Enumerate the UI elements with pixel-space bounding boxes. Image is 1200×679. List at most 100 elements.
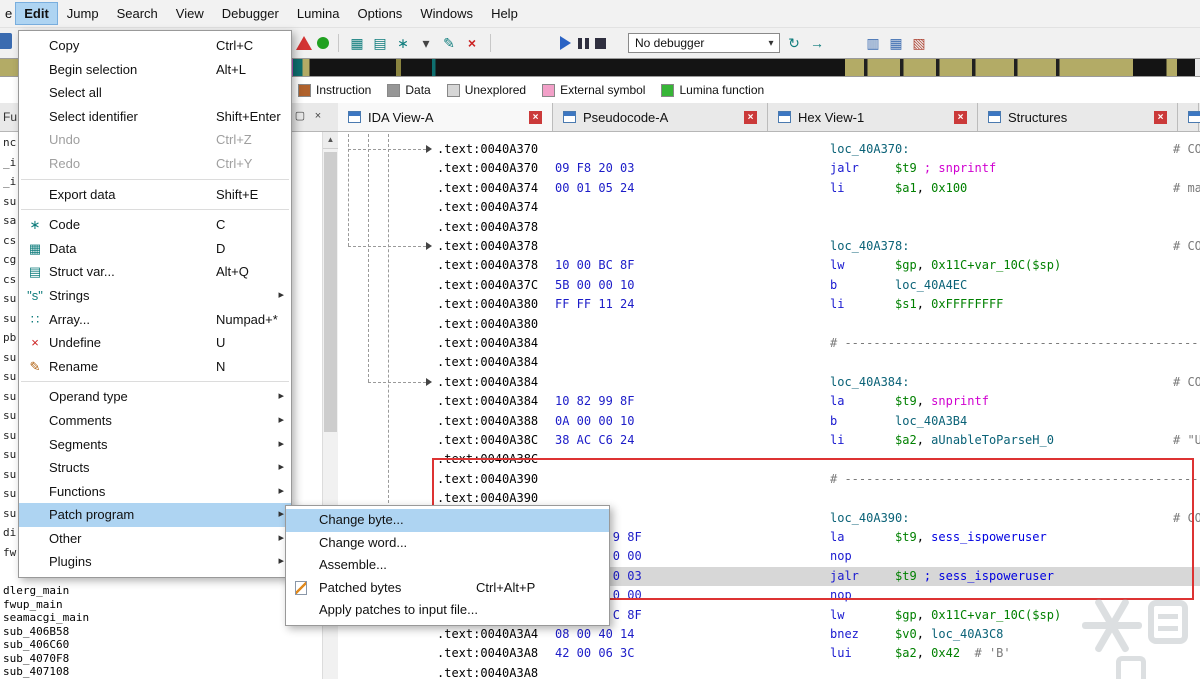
tab-close-icon[interactable]: × xyxy=(744,110,757,124)
menubar-item-e[interactable]: e xyxy=(2,2,15,25)
scrollbar-thumb[interactable] xyxy=(324,152,337,432)
function-list-item[interactable]: sub_406B58 xyxy=(3,625,69,638)
function-list-item[interactable]: su xyxy=(3,351,16,364)
menu-item-struct-var[interactable]: ▤ Struct var... Alt+Q xyxy=(19,260,291,284)
menubar-item-windows[interactable]: Windows xyxy=(411,2,482,25)
menu-item-select-identifier[interactable]: Select identifier Shift+Enter xyxy=(19,105,291,129)
menubar-item-edit[interactable]: Edit xyxy=(15,2,58,25)
run-indicator-icon[interactable] xyxy=(317,37,329,49)
listing-row[interactable]: .text:0040A384 loc_40A384: # CO xyxy=(437,373,1200,392)
menu-item-copy[interactable]: Copy Ctrl+C xyxy=(19,34,291,58)
scroll-up-icon[interactable]: ▲ xyxy=(323,132,338,149)
menu-item-array[interactable]: ∷ Array... Numpad+* xyxy=(19,308,291,332)
table-icon[interactable]: ▥ xyxy=(864,35,882,52)
menu-item-rename[interactable]: ✎ Rename N xyxy=(19,355,291,379)
debugger-combo[interactable]: No debugger ▾ xyxy=(628,33,780,53)
menubar-item-debugger[interactable]: Debugger xyxy=(213,2,288,25)
listing-row[interactable]: .text:0040A38C 38 AC C6 24 li $a2, aUnableT… xyxy=(437,431,1200,450)
function-list-item[interactable]: su xyxy=(3,292,16,305)
submenu-item-assemble[interactable]: Assemble... xyxy=(286,554,609,577)
function-list-item[interactable]: seamacgi_main xyxy=(3,611,89,624)
menubar-item-lumina[interactable]: Lumina xyxy=(288,2,349,25)
listing-row[interactable]: .text:0040A3A8 xyxy=(437,664,1200,679)
menu-item-plugins[interactable]: Plugins ▸ xyxy=(19,550,291,574)
function-list-item[interactable]: su xyxy=(3,468,16,481)
function-list-item[interactable]: di xyxy=(3,526,16,539)
function-list-item[interactable]: sub_407108 xyxy=(3,665,69,678)
submenu-item-change-word[interactable]: Change word... xyxy=(286,532,609,555)
menu-item-data[interactable]: ▦ Data D xyxy=(19,237,291,261)
float-window-icon[interactable]: ▢ xyxy=(292,109,308,125)
combo-dropdown-icon[interactable]: ▾ xyxy=(763,38,779,49)
menu-item-structs[interactable]: Structs ▸ xyxy=(19,456,291,480)
function-list-item[interactable]: su xyxy=(3,448,16,461)
listing-row[interactable]: .text:0040A370 09 F8 20 03 jalr $t9 ; snpri… xyxy=(437,159,1200,178)
make-code-icon[interactable]: ▦ xyxy=(348,35,366,52)
submenu-item-patched-bytes[interactable]: Patched bytes Ctrl+Alt+P xyxy=(286,577,609,600)
layout-icon[interactable]: ▧ xyxy=(910,35,928,52)
tab-structures[interactable]: Structures × xyxy=(978,103,1178,131)
listing-row[interactable]: .text:0040A374 xyxy=(437,198,1200,217)
function-list-item[interactable]: _i xyxy=(3,175,16,188)
undefine-icon[interactable]: × xyxy=(463,35,481,51)
tab-ida-view-a[interactable]: IDA View-A × xyxy=(338,103,553,131)
function-list-item[interactable]: su xyxy=(3,487,16,500)
menu-item-comments[interactable]: Comments ▸ xyxy=(19,409,291,433)
listing-row[interactable]: .text:0040A378 loc_40A378: # CO xyxy=(437,237,1200,256)
submenu-item-change-byte[interactable]: Change byte... xyxy=(286,509,609,532)
function-list-item[interactable]: su xyxy=(3,312,16,325)
warning-icon[interactable] xyxy=(296,36,312,50)
edit-icon[interactable]: ✎ xyxy=(440,35,458,52)
function-list-item[interactable]: su xyxy=(3,429,16,442)
function-list-item[interactable]: dlerg_main xyxy=(3,584,69,597)
menu-item-export-data[interactable]: Export data Shift+E xyxy=(19,183,291,207)
menubar-item-options[interactable]: Options xyxy=(349,2,412,25)
listing-row[interactable]: .text:0040A37C 5B 00 00 10 b loc_40A4EC xyxy=(437,276,1200,295)
menu-item-strings[interactable]: "s" Strings ▸ xyxy=(19,284,291,308)
menu-item-segments[interactable]: Segments ▸ xyxy=(19,433,291,457)
listing-row[interactable]: .text:0040A380 FF FF 11 24 li $s1, 0xFFFFFF… xyxy=(437,295,1200,314)
function-list-item[interactable]: fw xyxy=(3,546,16,559)
pause-process-icon[interactable] xyxy=(576,37,590,49)
menu-item-undefine[interactable]: × Undefine U xyxy=(19,331,291,355)
menu-item-patch-program[interactable]: Patch program ▸ xyxy=(19,503,291,527)
tab-partial[interactable] xyxy=(1178,103,1200,131)
close-window-icon[interactable]: × xyxy=(310,109,326,125)
make-struct-icon[interactable]: ∗ xyxy=(394,35,412,52)
listing-row[interactable]: .text:0040A374 00 01 05 24 li $a1, 0x100 # m… xyxy=(437,179,1200,198)
menu-item-functions[interactable]: Functions ▸ xyxy=(19,480,291,504)
menu-item-begin-selection[interactable]: Begin selection Alt+L xyxy=(19,58,291,82)
menubar-item-jump[interactable]: Jump xyxy=(58,2,108,25)
columns-icon[interactable]: ▦ xyxy=(887,35,905,52)
menu-item-other[interactable]: Other ▸ xyxy=(19,527,291,551)
toolbar-partial-icon[interactable] xyxy=(0,33,12,49)
tab-close-icon[interactable]: × xyxy=(1154,110,1167,124)
refresh-icon[interactable]: ↻ xyxy=(785,35,803,52)
function-list-item[interactable]: su xyxy=(3,390,16,403)
menu-item-select-all[interactable]: Select all xyxy=(19,81,291,105)
submenu-item-apply-patches-to-input-file[interactable]: Apply patches to input file... xyxy=(286,599,609,622)
tab-pseudocode-a[interactable]: Pseudocode-A × xyxy=(553,103,768,131)
listing-row[interactable]: .text:0040A388 0A 00 00 10 b loc_40A3B4 xyxy=(437,412,1200,431)
listing-row[interactable]: .text:0040A384 10 82 99 8F la $t9, snprintf xyxy=(437,392,1200,411)
tab-close-icon[interactable]: × xyxy=(954,110,967,124)
listing-row[interactable]: .text:0040A378 xyxy=(437,218,1200,237)
function-list-item[interactable]: _i xyxy=(3,156,16,169)
menu-item-redo[interactable]: Redo Ctrl+Y xyxy=(19,152,291,176)
start-process-icon[interactable] xyxy=(560,36,571,50)
function-list-item[interactable]: su xyxy=(3,409,16,422)
listing-row[interactable]: .text:0040A3A8 42 00 06 3C lui $a2, 0x42 # … xyxy=(437,644,1200,663)
listing-row[interactable]: .text:0040A380 xyxy=(437,315,1200,334)
function-list-item[interactable]: su xyxy=(3,195,16,208)
menu-item-operand-type[interactable]: Operand type ▸ xyxy=(19,385,291,409)
stop-process-icon[interactable] xyxy=(595,37,606,49)
step-icon[interactable]: → xyxy=(808,35,826,51)
function-list-item[interactable]: cs xyxy=(3,273,16,286)
tab-close-icon[interactable]: × xyxy=(529,110,542,124)
listing-row[interactable]: .text:0040A370 loc_40A370: # CO xyxy=(437,140,1200,159)
function-list-item[interactable]: pb xyxy=(3,331,16,344)
function-list-item[interactable]: cs xyxy=(3,234,16,247)
listing-row[interactable]: .text:0040A384 # ------------------------… xyxy=(437,334,1200,353)
function-list-item[interactable]: sa xyxy=(3,214,16,227)
function-list-item[interactable]: nc xyxy=(3,136,16,149)
